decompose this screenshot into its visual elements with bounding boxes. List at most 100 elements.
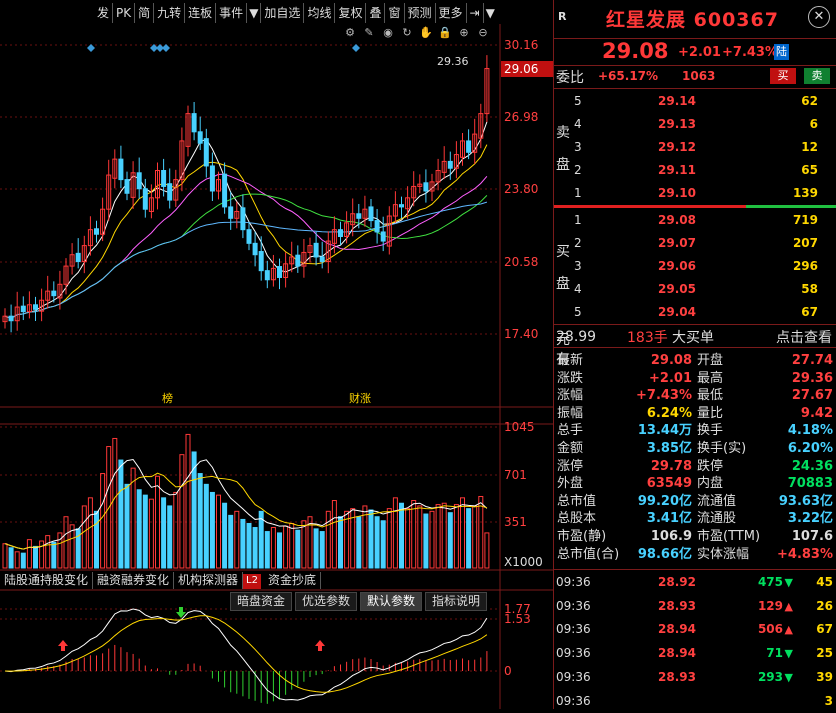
book-level: 2 bbox=[574, 163, 582, 177]
book-price: 29.08 bbox=[658, 213, 696, 227]
quote-value: 3.22亿 bbox=[787, 511, 833, 527]
volume-axis-label: 1045 bbox=[504, 420, 535, 434]
quote-row: 金额 3.85亿 换手(实) 6.20% bbox=[554, 440, 836, 457]
buy-button[interactable]: 买 bbox=[770, 68, 796, 84]
ma20-line bbox=[4, 173, 488, 319]
close-icon[interactable]: ✕ bbox=[808, 6, 830, 28]
volume-bar bbox=[313, 528, 319, 569]
candle-body bbox=[203, 138, 209, 167]
price-bar: 29.08 +2.01 +7.43% 陆 bbox=[554, 39, 836, 65]
book-volume: 62 bbox=[801, 94, 818, 108]
macd-diff-line bbox=[4, 608, 488, 701]
quote-row: 总股本 3.41亿 流通股 3.22亿 bbox=[554, 510, 836, 527]
sell-side-label: 卖盘 bbox=[556, 125, 570, 173]
candle-body bbox=[197, 131, 203, 144]
volume-bar bbox=[112, 437, 118, 569]
quote-row: 总手 13.44万 换手 4.18% bbox=[554, 422, 836, 439]
volume-bar bbox=[2, 543, 8, 569]
candle-body bbox=[252, 242, 258, 256]
quote-label: 涨幅 bbox=[557, 388, 584, 404]
quote-label: 最新 bbox=[557, 353, 584, 368]
indicator-tab-3[interactable]: 资金抄底 bbox=[264, 572, 321, 589]
book-level: 3 bbox=[574, 140, 582, 154]
big-order-link[interactable]: 点击查看 bbox=[776, 327, 832, 347]
candle-body bbox=[295, 254, 301, 267]
volume-bar bbox=[472, 505, 478, 569]
volume-bar bbox=[270, 527, 276, 569]
ask-row[interactable]: 3 29.12 12 bbox=[574, 136, 836, 159]
indicator-tab-1[interactable]: 融资融券变化 bbox=[93, 572, 175, 589]
quote-row: 总市值 99.20亿 流通值 93.63亿 bbox=[554, 493, 836, 510]
book-volume: 6 bbox=[809, 117, 818, 131]
indicator-tabs: 陆股通持股变化 融资融券变化 机构探测器 L2 资金抄底 bbox=[0, 572, 321, 589]
quote-value: 13.44万 bbox=[637, 423, 692, 439]
volume-bar bbox=[203, 483, 209, 569]
quote-label: 最低 bbox=[697, 388, 724, 404]
quote-value: 29.36 bbox=[791, 370, 833, 386]
volume-bar bbox=[319, 531, 325, 569]
quote-row: 涨跌 +2.01 最高 29.36 bbox=[554, 370, 836, 387]
bid-row[interactable]: 3 29.06 296 bbox=[574, 255, 836, 278]
tick-volume: 293 bbox=[757, 669, 783, 684]
volume-bar bbox=[374, 516, 380, 569]
volume-bar bbox=[295, 529, 301, 569]
quote-label: 涨跌 bbox=[557, 370, 584, 386]
quote-label: 市盈(静) bbox=[557, 529, 607, 544]
macd-subtab-0[interactable]: 暗盘资金 bbox=[230, 592, 293, 611]
ask-row[interactable]: 4 29.13 6 bbox=[574, 113, 836, 136]
ask-row[interactable]: 1 29.10 139 bbox=[574, 182, 836, 205]
candle-body bbox=[222, 173, 228, 208]
volume-bar bbox=[417, 505, 423, 569]
bid-row[interactable]: 4 29.05 58 bbox=[574, 278, 836, 301]
volume-bar bbox=[478, 495, 484, 569]
weibi-row: 委比 +65.17% 1063 买 卖 bbox=[554, 65, 836, 89]
macd-subtab-1[interactable]: 优选参数 bbox=[295, 592, 358, 611]
bid-row[interactable]: 5 29.04 67 bbox=[574, 301, 836, 324]
macd-subtab-2[interactable]: 默认参数 bbox=[360, 592, 423, 611]
volume-bar bbox=[405, 508, 411, 569]
tick-volume: 71 bbox=[766, 646, 783, 661]
bid-row[interactable]: 1 29.08 719 bbox=[574, 209, 836, 232]
candle-body bbox=[75, 252, 81, 263]
candle-body bbox=[51, 290, 57, 297]
quote-label: 流通股 bbox=[697, 511, 737, 527]
chart-panel[interactable]: 发 PK 简九转 连板 事件 ▼ 加自选 均线 复权叠窗预测 更多 ⇥ ▼ ⚙ ✎ ◉ ↻ ✋ 🔒 ⊕ ⊖ 30.1… bbox=[0, 0, 553, 709]
sell-button[interactable]: 卖 bbox=[804, 68, 830, 84]
volume-bar bbox=[283, 525, 289, 569]
macd-subtab-3[interactable]: 指标说明 bbox=[425, 592, 488, 611]
quote-value: 63549 bbox=[646, 476, 692, 492]
volume-bar bbox=[228, 514, 234, 569]
volume-bar bbox=[423, 513, 429, 569]
indicator-tab-2[interactable]: 机构探测器 bbox=[174, 572, 244, 589]
ask-row[interactable]: 2 29.11 65 bbox=[574, 159, 836, 182]
volume-bar bbox=[216, 494, 221, 569]
quote-value: +7.43% bbox=[636, 388, 692, 404]
quote-row: 振幅 6.24% 量比 9.42 bbox=[554, 405, 836, 422]
quote-value: 70883 bbox=[787, 476, 833, 492]
quote-row: 总市值(合) 98.66亿 实体涨幅 +4.83% bbox=[554, 546, 836, 563]
volume-bar bbox=[386, 508, 392, 569]
tick-count: 26 bbox=[816, 598, 833, 613]
price-axis-label: 30.16 bbox=[504, 38, 538, 52]
book-level: 1 bbox=[574, 186, 582, 200]
buy-arrow-icon bbox=[315, 640, 325, 651]
candle-body bbox=[240, 207, 246, 231]
book-level: 5 bbox=[574, 305, 582, 319]
quote-label: 金额 bbox=[557, 441, 584, 456]
macd-axis-label: 0 bbox=[504, 664, 512, 678]
tick-time: 09:36 bbox=[556, 669, 591, 684]
volume-bar bbox=[301, 520, 307, 569]
candle-body bbox=[118, 158, 124, 181]
quote-label: 总市值(合) bbox=[557, 546, 620, 562]
ask-row[interactable]: 5 29.14 62 bbox=[574, 90, 836, 113]
tick-row: 09:36 28.93 129 ▲ 26 bbox=[554, 595, 836, 618]
bid-row[interactable]: 2 29.07 207 bbox=[574, 232, 836, 255]
indicator-tab-0[interactable]: 陆股通持股变化 bbox=[0, 572, 94, 589]
book-price: 29.07 bbox=[658, 236, 696, 250]
tick-time: 09:36 bbox=[556, 622, 591, 637]
book-price: 29.06 bbox=[658, 259, 696, 273]
volume-axis-label: 701 bbox=[504, 468, 527, 482]
quote-label: 市盈(TTM) bbox=[697, 529, 761, 544]
quote-value: 24.36 bbox=[791, 458, 833, 474]
quote-value: +2.01 bbox=[649, 370, 692, 386]
